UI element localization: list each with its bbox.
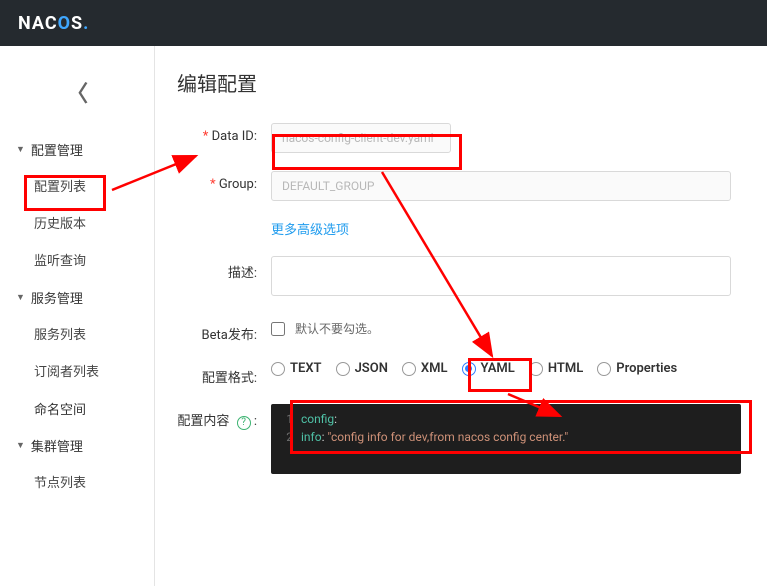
sidebar-group-config[interactable]: ▼ 配置管理 (0, 130, 154, 167)
desc-label: 描述: (177, 256, 257, 281)
data-id-label: Data ID: (177, 123, 257, 144)
back-button[interactable]: 〈 (0, 76, 154, 108)
format-option-xml[interactable]: XML (402, 361, 448, 376)
beta-label: Beta发布: (177, 318, 257, 343)
sidebar-item-label: 订阅者列表 (34, 365, 99, 380)
radio-label: TEXT (290, 361, 322, 376)
sidebar-group-label: 集群管理 (31, 436, 83, 455)
page-title: 编辑配置 (177, 68, 741, 97)
sidebar-group-label: 命名空间 (34, 399, 86, 418)
group-input[interactable] (271, 171, 731, 201)
sidebar-item-label: 历史版本 (34, 217, 86, 232)
caret-down-icon: ▼ (16, 440, 25, 451)
sidebar-item-history[interactable]: 历史版本 (0, 204, 154, 241)
beta-hint: 默认不要勾选。 (295, 322, 379, 336)
sidebar-group-cluster[interactable]: ▼ 集群管理 (0, 426, 154, 463)
format-option-html[interactable]: HTML (529, 361, 583, 376)
format-option-json[interactable]: JSON (336, 361, 388, 376)
sidebar-item-label: 配置列表 (34, 180, 86, 195)
help-icon[interactable]: ? (237, 416, 251, 430)
beta-checkbox[interactable] (271, 322, 285, 336)
content-label: 配置内容 ? : (177, 404, 257, 430)
topbar: NACOS. (0, 0, 767, 46)
caret-down-icon: ▼ (16, 292, 25, 303)
sidebar-group-label: 配置管理 (31, 140, 83, 159)
radio-icon (402, 362, 416, 376)
radio-label: XML (421, 361, 448, 376)
radio-label: JSON (355, 361, 388, 376)
chevron-left-icon: 〈 (66, 76, 88, 108)
sidebar-item-listen[interactable]: 监听查询 (0, 241, 154, 278)
sidebar-item-config-list[interactable]: 配置列表 (0, 167, 154, 204)
sidebar: 〈 ▼ 配置管理 配置列表 历史版本 监听查询 ▼ 服务管理 服务列表 订阅者列… (0, 46, 155, 586)
sidebar-group-label: 服务管理 (31, 288, 83, 307)
advanced-options-link[interactable]: 更多高级选项 (271, 223, 349, 238)
format-label: 配置格式: (177, 361, 257, 386)
sidebar-group-namespace[interactable]: 命名空间 (0, 389, 154, 426)
brand-logo: NACOS. (18, 13, 89, 34)
group-label: Group: (177, 171, 257, 192)
radio-icon (336, 362, 350, 376)
radio-icon (271, 362, 285, 376)
sidebar-item-label: 节点列表 (34, 476, 86, 491)
format-option-text[interactable]: TEXT (271, 361, 322, 376)
sidebar-item-subscribers[interactable]: 订阅者列表 (0, 352, 154, 389)
main-panel: 编辑配置 Data ID: Group: 更多高级选项 描述: (155, 46, 767, 586)
sidebar-group-service[interactable]: ▼ 服务管理 (0, 278, 154, 315)
format-option-yaml[interactable]: YAML (462, 361, 515, 376)
radio-icon (597, 362, 611, 376)
radio-icon (462, 362, 476, 376)
sidebar-item-label: 监听查询 (34, 254, 86, 269)
sidebar-item-label: 服务列表 (34, 328, 86, 343)
code-editor[interactable]: 12 config: info: "config info for dev,fr… (271, 404, 741, 474)
sidebar-item-nodes[interactable]: 节点列表 (0, 463, 154, 500)
data-id-input[interactable] (271, 123, 451, 153)
radio-label: Properties (616, 361, 677, 376)
radio-icon (529, 362, 543, 376)
desc-input[interactable] (271, 256, 731, 296)
format-option-properties[interactable]: Properties (597, 361, 677, 376)
sidebar-item-service-list[interactable]: 服务列表 (0, 315, 154, 352)
radio-label: YAML (481, 361, 515, 376)
caret-down-icon: ▼ (16, 144, 25, 155)
radio-label: HTML (548, 361, 583, 376)
